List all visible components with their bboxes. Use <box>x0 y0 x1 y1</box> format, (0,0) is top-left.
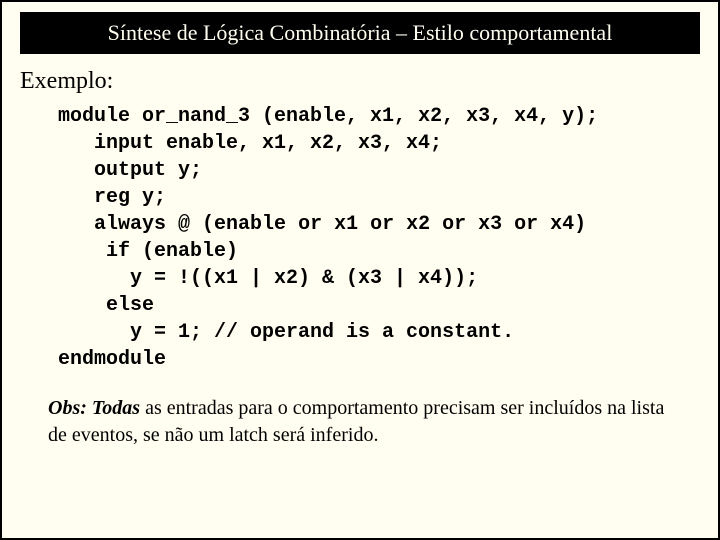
code-text: enable, x1, x2, x3, x4; <box>154 132 442 155</box>
code-text: @ (enable <box>166 213 298 236</box>
code-line-7: y = !((x1 | x2) & (x3 | x4)); <box>58 265 718 292</box>
code-text: x3 <box>466 213 514 236</box>
kw-or: or <box>514 213 538 236</box>
code-line-5: always @ (enable or x1 or x2 or x3 or x4… <box>58 211 718 238</box>
code-line-2: input enable, x1, x2, x3, x4; <box>58 130 718 157</box>
code-text: y; <box>166 159 202 182</box>
note-prefix: Obs: Todas <box>48 397 140 419</box>
slide-title: Síntese de Lógica Combinatória – Estilo … <box>108 20 613 45</box>
kw-output: output <box>58 159 166 182</box>
example-label: Exemplo: <box>20 68 718 95</box>
slide-container: Síntese de Lógica Combinatória – Estilo … <box>0 0 720 540</box>
kw-always: always <box>58 213 166 236</box>
code-text: or_nand_3 (enable, x1, x2, x3, x4, y); <box>130 105 598 128</box>
code-block: module or_nand_3 (enable, x1, x2, x3, x4… <box>58 103 718 373</box>
kw-input: input <box>58 132 154 155</box>
code-line-8: else <box>58 292 718 319</box>
code-line-1: module or_nand_3 (enable, x1, x2, x3, x4… <box>58 103 718 130</box>
title-bar: Síntese de Lógica Combinatória – Estilo … <box>20 12 700 54</box>
note-rest: as entradas para o comportamento precisa… <box>48 397 664 446</box>
kw-or: or <box>442 213 466 236</box>
kw-or: or <box>298 213 322 236</box>
code-text: x1 <box>322 213 370 236</box>
code-line-9: y = 1; // operand is a constant. <box>58 319 718 346</box>
code-line-4: reg y; <box>58 184 718 211</box>
kw-or: or <box>370 213 394 236</box>
kw-module: module <box>58 105 130 128</box>
code-line-6: if (enable) <box>58 238 718 265</box>
code-text: y; <box>130 186 166 209</box>
code-text: x4) <box>538 213 586 236</box>
kw-if: if <box>58 240 130 263</box>
code-text: (enable) <box>130 240 238 263</box>
code-line-3: output y; <box>58 157 718 184</box>
code-text: x2 <box>394 213 442 236</box>
note-block: Obs: Todas as entradas para o comportame… <box>48 395 678 449</box>
kw-reg: reg <box>58 186 130 209</box>
kw-else: else <box>58 294 154 317</box>
code-line-10: endmodule <box>58 346 718 373</box>
